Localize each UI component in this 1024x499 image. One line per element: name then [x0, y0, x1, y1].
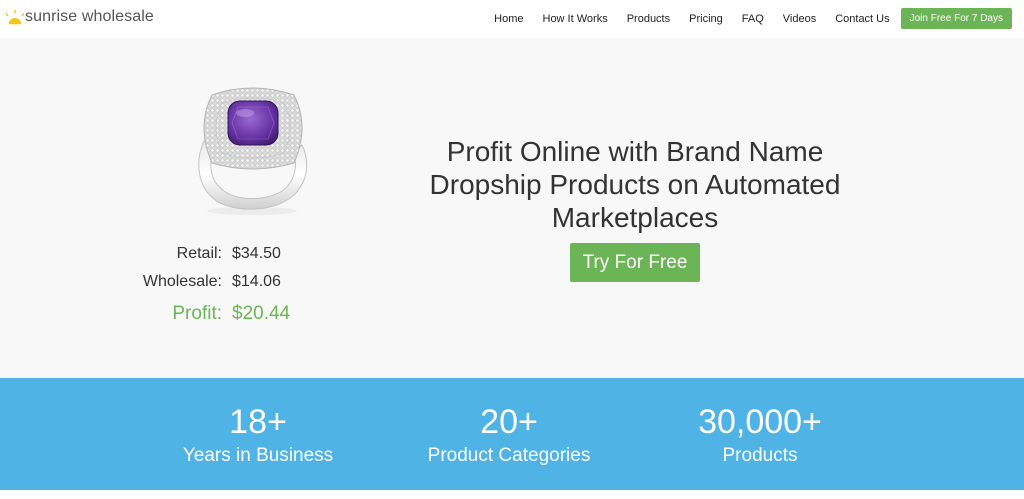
sun-icon — [6, 9, 24, 25]
stat-number: 20+ — [480, 403, 538, 441]
retail-value: $34.50 — [232, 245, 281, 262]
wholesale-label: Wholesale: — [142, 273, 222, 290]
nav-home[interactable]: Home — [494, 13, 523, 25]
nav-contact-us[interactable]: Contact Us — [835, 13, 889, 25]
site-header: sunrise wholesale Home How It Works Prod… — [0, 0, 1024, 38]
stat-label: Products — [722, 445, 798, 466]
nav-products[interactable]: Products — [627, 13, 670, 25]
stat-years: 18+ Years in Business — [138, 402, 378, 468]
main-nav: Home How It Works Products Pricing FAQ V… — [475, 8, 1012, 29]
stat-number: 18+ — [229, 403, 287, 441]
hero-headline: Profit Online with Brand Name Dropship P… — [429, 136, 841, 233]
nav-pricing[interactable]: Pricing — [689, 13, 723, 25]
page: sunrise wholesale Home How It Works Prod… — [0, 0, 1024, 499]
nav-videos[interactable]: Videos — [783, 13, 816, 25]
ring-image — [198, 87, 308, 215]
stat-products: 30,000+ Products — [640, 402, 880, 468]
stats-bar: 18+ Years in Business 20+ Product Catego… — [0, 378, 1024, 490]
stat-label: Years in Business — [182, 445, 334, 466]
nav-faq[interactable]: FAQ — [742, 13, 764, 25]
nav-how-it-works[interactable]: How It Works — [543, 13, 608, 25]
retail-price-row: Retail: $34.50 — [102, 245, 281, 263]
logo-text: sunrise wholesale — [25, 8, 154, 25]
join-free-button[interactable]: Join Free For 7 Days — [900, 8, 1012, 29]
hero-section: Retail: $34.50 Wholesale: $14.06 Profit:… — [0, 38, 1024, 378]
stat-label: Product Categories — [427, 445, 591, 466]
profit-value: $20.44 — [232, 303, 291, 324]
profit-label: Profit: — [172, 303, 222, 324]
try-for-free-button[interactable]: Try For Free — [570, 243, 700, 282]
stat-number: 30,000+ — [698, 403, 822, 441]
page-bottom — [0, 490, 1024, 499]
retail-label: Retail: — [176, 245, 222, 262]
stat-categories: 20+ Product Categories — [389, 402, 629, 468]
wholesale-price-row: Wholesale: $14.06 — [102, 273, 281, 291]
wholesale-value: $14.06 — [232, 273, 281, 290]
logo[interactable]: sunrise wholesale — [6, 4, 154, 30]
profit-price-row: Profit: $20.44 — [102, 303, 290, 325]
